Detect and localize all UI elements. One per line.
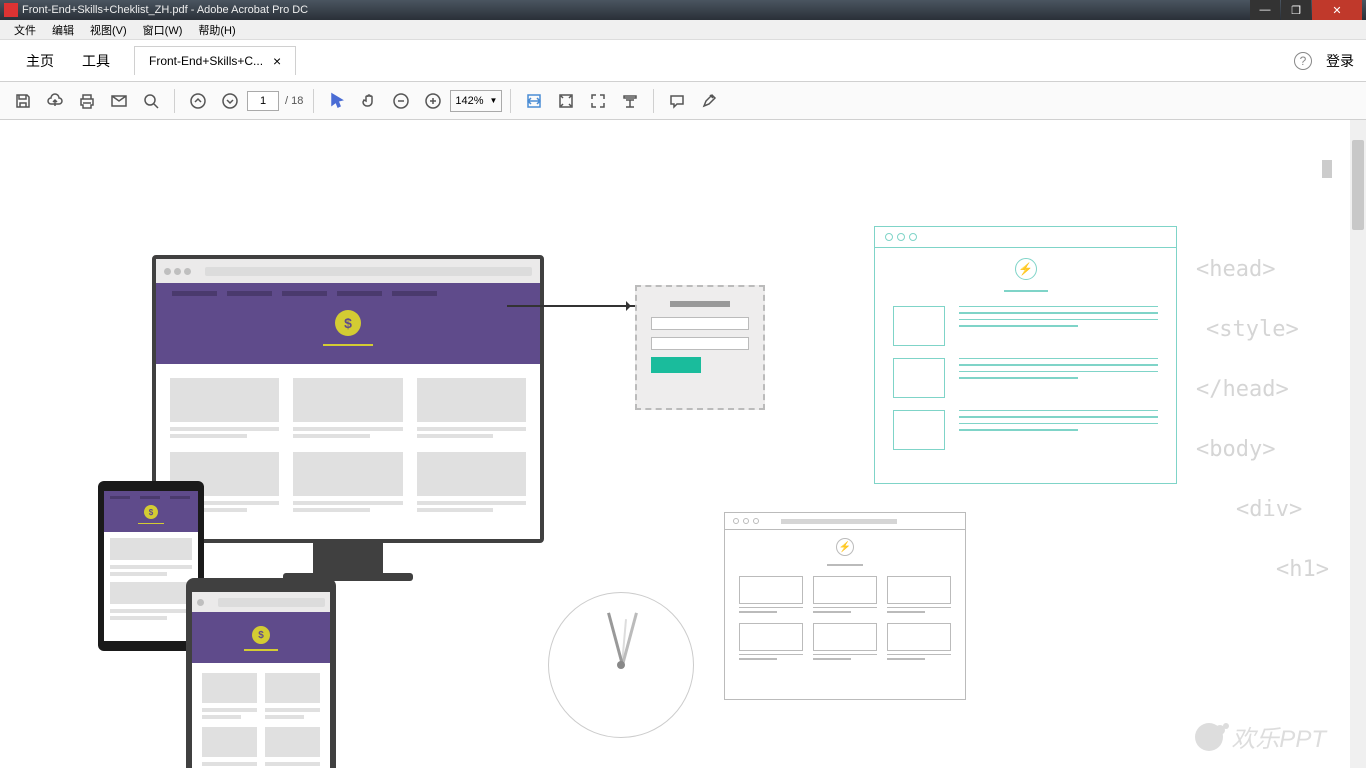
zoom-select[interactable]: 142% ▼ — [450, 90, 502, 112]
wechat-icon — [1195, 723, 1223, 751]
comment-button[interactable] — [662, 87, 692, 115]
menu-view[interactable]: 视图(V) — [82, 20, 135, 40]
arrow-down-circle-icon — [221, 92, 239, 110]
pointer-tool[interactable] — [322, 87, 352, 115]
illustration-phone-mockup: $ — [186, 578, 336, 768]
toolbar-divider — [313, 89, 314, 113]
illustration-arrow — [507, 305, 635, 307]
watermark-text: 欢乐PPT — [1231, 719, 1326, 754]
cloud-upload-icon — [46, 92, 64, 110]
document-tab[interactable]: Front-End+Skills+C... × — [134, 46, 296, 75]
zoom-value: 142% — [455, 95, 483, 107]
toolbar-divider — [653, 89, 654, 113]
fit-width-icon — [525, 92, 543, 110]
hand-tool[interactable] — [354, 87, 384, 115]
menu-edit[interactable]: 编辑 — [44, 20, 82, 40]
fit-page-icon — [557, 92, 575, 110]
vertical-scrollbar[interactable] — [1350, 120, 1366, 768]
illustration-teal-wireframe: ⚡ — [874, 226, 1177, 484]
menu-window[interactable]: 窗口(W) — [135, 20, 191, 40]
illustration-grey-wireframe: ⚡ — [724, 512, 966, 700]
print-icon — [78, 92, 96, 110]
hand-icon — [360, 92, 378, 110]
read-mode-icon — [621, 92, 639, 110]
zoom-out-button[interactable] — [386, 87, 416, 115]
chevron-down-icon: ▼ — [490, 96, 498, 105]
window-title: Front-End+Skills+Cheklist_ZH.pdf - Adobe… — [22, 4, 1249, 16]
document-tab-close[interactable]: × — [273, 53, 281, 69]
cloud-button[interactable] — [40, 87, 70, 115]
zoom-out-icon — [392, 92, 410, 110]
menu-file[interactable]: 文件 — [6, 20, 44, 40]
print-button[interactable] — [72, 87, 102, 115]
page-number-input[interactable] — [247, 91, 279, 111]
save-button[interactable] — [8, 87, 38, 115]
tab-row: 主页 工具 Front-End+Skills+C... × ? 登录 — [0, 40, 1366, 82]
fullscreen-button[interactable] — [583, 87, 613, 115]
app-icon — [4, 3, 18, 17]
email-button[interactable] — [104, 87, 134, 115]
pdf-page-content: $ — [0, 120, 1350, 768]
menu-help[interactable]: 帮助(H) — [190, 20, 243, 40]
comment-icon — [668, 92, 686, 110]
zoom-in-button[interactable] — [418, 87, 448, 115]
help-button[interactable]: ? — [1294, 52, 1312, 70]
fullscreen-icon — [589, 92, 607, 110]
illustration-gauge — [548, 592, 694, 738]
window-close-button[interactable]: ✕ — [1312, 0, 1362, 20]
search-icon — [142, 92, 160, 110]
read-mode-button[interactable] — [615, 87, 645, 115]
highlight-icon — [700, 92, 718, 110]
illustration-code-tags: <head> <style> </head> <body> <div> <h1> — [1196, 240, 1329, 600]
email-icon — [110, 92, 128, 110]
tab-tools[interactable]: 工具 — [68, 45, 124, 77]
toolbar-divider — [510, 89, 511, 113]
watermark: 欢乐PPT — [1195, 719, 1326, 754]
toolbar-divider — [174, 89, 175, 113]
arrow-up-circle-icon — [189, 92, 207, 110]
page-marker — [1322, 160, 1332, 178]
search-button[interactable] — [136, 87, 166, 115]
tab-home[interactable]: 主页 — [12, 45, 68, 77]
menu-bar: 文件 编辑 视图(V) 窗口(W) 帮助(H) — [0, 20, 1366, 40]
illustration-form-box — [635, 285, 765, 410]
login-button[interactable]: 登录 — [1326, 51, 1354, 71]
pointer-icon — [328, 92, 346, 110]
save-icon — [14, 92, 32, 110]
document-tab-label: Front-End+Skills+C... — [149, 54, 263, 68]
highlight-button[interactable] — [694, 87, 724, 115]
scroll-thumb[interactable] — [1352, 140, 1364, 230]
window-titlebar: Front-End+Skills+Cheklist_ZH.pdf - Adobe… — [0, 0, 1366, 20]
toolbar: / 18 142% ▼ — [0, 82, 1366, 120]
document-viewport[interactable]: $ — [0, 120, 1366, 768]
maximize-button[interactable]: ❐ — [1281, 0, 1311, 20]
page-total: / 18 — [285, 95, 303, 107]
zoom-in-icon — [424, 92, 442, 110]
page-down-button[interactable] — [215, 87, 245, 115]
page-up-button[interactable] — [183, 87, 213, 115]
minimize-button[interactable]: — — [1250, 0, 1280, 20]
fit-page-button[interactable] — [551, 87, 581, 115]
illustration-desktop-mockup: $ — [152, 255, 544, 580]
fit-width-button[interactable] — [519, 87, 549, 115]
